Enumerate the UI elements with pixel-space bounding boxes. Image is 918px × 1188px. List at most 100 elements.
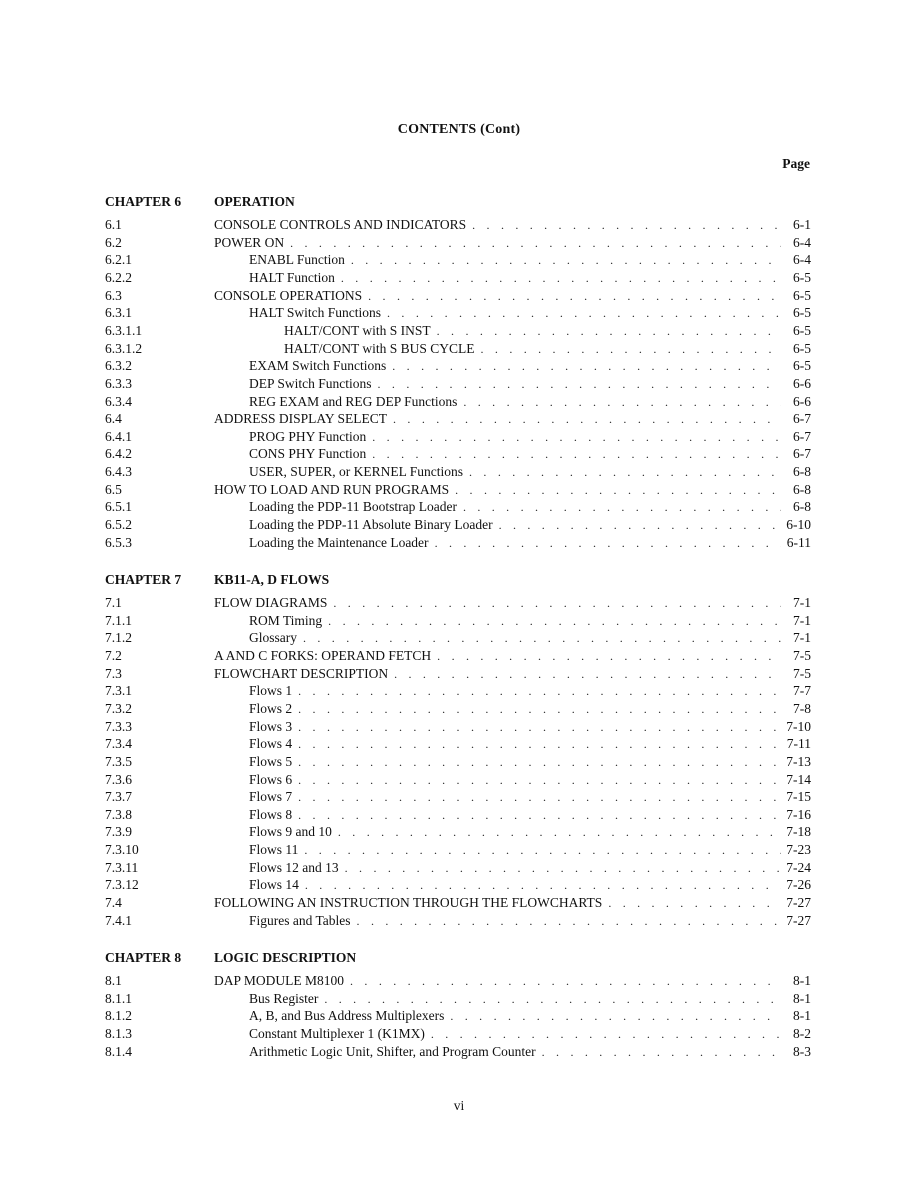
dot-leader <box>455 481 781 499</box>
page-number: 7-1 <box>793 612 811 628</box>
toc-entry[interactable]: 7.3.2 Flows 2 7-8 <box>105 699 811 718</box>
toc-entry[interactable]: 8.1.2 A, B, and Bus Address Multiplexers 8… <box>105 1007 811 1026</box>
toc-entry[interactable]: 7.3.5 Flows 5 7-13 <box>105 752 811 771</box>
section-number: 7.3.5 <box>105 753 132 769</box>
section-number: 6.2.1 <box>105 252 132 268</box>
dot-leader <box>437 647 781 665</box>
entry-line: ENABL Function 6-4 <box>249 251 811 270</box>
section-number: 6.3.3 <box>105 375 132 391</box>
toc-entry[interactable]: 7.3.1 Flows 1 7-7 <box>105 682 811 701</box>
toc-entry[interactable]: 7.3.8 Flows 8 7-16 <box>105 805 811 824</box>
toc-entry[interactable]: 6.3.1.1 HALT/CONT with S INST 6-5 <box>105 321 811 340</box>
toc-entry[interactable]: 8.1.4 Arithmetic Logic Unit, Shifter, and… <box>105 1042 811 1061</box>
toc-entry[interactable]: 6.4.3 USER, SUPER, or KERNEL Functions 6-8 <box>105 463 811 482</box>
entry-line: Loading the PDP-11 Bootstrap Loader 6-8 <box>249 498 811 517</box>
page-number: 7-18 <box>786 824 811 840</box>
entry-line: HALT/CONT with S BUS CYCLE 6-5 <box>284 339 811 358</box>
toc-entry[interactable]: 7.4 FOLLOWING AN INSTRUCTION THROUGH THE … <box>105 894 811 913</box>
dot-leader <box>351 251 781 269</box>
toc-entry[interactable]: 6.2 POWER ON 6-4 <box>105 233 811 252</box>
page-number: 7-14 <box>786 771 811 787</box>
toc-entry[interactable]: 6.5.1 Loading the PDP-11 Bootstrap Loader… <box>105 498 811 517</box>
toc-entry[interactable]: 6.4 ADDRESS DISPLAY SELECT 6-7 <box>105 410 811 429</box>
section-number: 7.1.1 <box>105 612 132 628</box>
page-number: 8-2 <box>793 1025 811 1041</box>
section-title: Flows 2 <box>249 699 299 718</box>
dot-leader <box>298 771 781 789</box>
toc-entry[interactable]: 6.5.2 Loading the PDP-11 Absolute Binary … <box>105 516 811 535</box>
toc-entry[interactable]: 7.3.11 Flows 12 and 13 7-24 <box>105 858 811 877</box>
toc-entry[interactable]: 8.1 DAP MODULE M8100 8-1 <box>105 972 811 990</box>
dot-leader <box>290 234 781 252</box>
toc-entry[interactable]: 6.5.3 Loading the Maintenance Loader 6-11 <box>105 533 811 552</box>
toc-entry[interactable]: 6.3 CONSOLE OPERATIONS 6-5 <box>105 286 811 305</box>
entry-line: HALT Function 6-5 <box>249 268 811 287</box>
toc-entry[interactable]: 7.3.10 Flows 11 7-23 <box>105 841 811 860</box>
toc-entry[interactable]: 7.2 A AND C FORKS: OPERAND FETCH 7-5 <box>105 646 811 665</box>
section-number: 7.3 <box>105 665 122 681</box>
toc-entry[interactable]: 7.3.4 Flows 4 7-11 <box>105 735 811 754</box>
entry-line: ROM Timing 7-1 <box>249 611 811 630</box>
dot-leader <box>608 894 781 912</box>
toc-entry[interactable]: 7.1.1 ROM Timing 7-1 <box>105 611 811 630</box>
section-number: 7.3.6 <box>105 771 132 787</box>
entry-line: Flows 8 7-16 <box>249 805 811 824</box>
section-title: HALT/CONT with S BUS CYCLE <box>284 339 481 358</box>
toc-entry[interactable]: 6.2.1 ENABL Function 6-4 <box>105 251 811 270</box>
toc-entry[interactable]: 7.3.3 Flows 3 7-10 <box>105 717 811 736</box>
entry-line: Flows 6 7-14 <box>249 770 811 789</box>
page-number: 6-8 <box>793 499 811 515</box>
toc-entry[interactable]: 6.3.3 DEP Switch Functions 6-6 <box>105 374 811 393</box>
toc-entry[interactable]: 6.1 CONSOLE CONTROLS AND INDICATORS 6-1 <box>105 216 811 234</box>
entry-line: CONS PHY Function 6-7 <box>249 445 811 464</box>
page-number: 7-11 <box>786 736 811 752</box>
section-title: HALT Switch Functions <box>249 304 388 323</box>
toc-entry[interactable]: 6.2.2 HALT Function 6-5 <box>105 268 811 287</box>
toc-entry[interactable]: 7.1.2 Glossary 7-1 <box>105 629 811 648</box>
dot-leader <box>298 735 781 753</box>
section-number: 6.3.2 <box>105 358 132 374</box>
section-number: 7.4 <box>105 895 122 911</box>
section-title: Flows 11 <box>249 841 305 860</box>
toc-entry[interactable]: 7.1 FLOW DIAGRAMS 7-1 <box>105 594 811 612</box>
page-number: 6-5 <box>793 358 811 374</box>
page-number: 6-4 <box>793 252 811 268</box>
entry-line: ADDRESS DISPLAY SELECT 6-7 <box>214 410 811 429</box>
toc-entry[interactable]: 6.4.1 PROG PHY Function 6-7 <box>105 427 811 446</box>
dot-leader <box>328 612 781 630</box>
section-number: 6.2 <box>105 234 122 250</box>
toc-entry[interactable]: 7.3.6 Flows 6 7-14 <box>105 770 811 789</box>
dot-leader <box>350 972 781 990</box>
toc-entry[interactable]: 6.3.2 EXAM Switch Functions 6-5 <box>105 357 811 376</box>
dot-leader <box>372 428 781 446</box>
toc-entry[interactable]: 6.4.2 CONS PHY Function 6-7 <box>105 445 811 464</box>
toc-entry[interactable]: 7.3.9 Flows 9 and 10 7-18 <box>105 823 811 842</box>
toc-entry[interactable]: 6.3.1.2 HALT/CONT with S BUS CYCLE 6-5 <box>105 339 811 358</box>
section-title: REG EXAM and REG DEP Functions <box>249 392 464 411</box>
page-number: 8-3 <box>793 1043 811 1059</box>
section-number: 6.1 <box>105 217 122 232</box>
entry-line: USER, SUPER, or KERNEL Functions 6-8 <box>249 463 811 482</box>
page-number: 7-7 <box>793 683 811 699</box>
page-number: 7-1 <box>793 595 811 610</box>
toc-entry[interactable]: 7.3.12 Flows 14 7-26 <box>105 876 811 895</box>
section-number: 7.2 <box>105 647 122 663</box>
section-number: 6.3.1.1 <box>105 322 143 338</box>
section-title: Arithmetic Logic Unit, Shifter, and Prog… <box>249 1042 542 1061</box>
entry-line: Flows 11 7-23 <box>249 841 811 860</box>
page-number: 7-15 <box>786 789 811 805</box>
chapter-title: OPERATION <box>214 194 295 209</box>
toc-entry[interactable]: 7.3 FLOWCHART DESCRIPTION 7-5 <box>105 664 811 683</box>
section-title: CONS PHY Function <box>249 445 373 464</box>
entry-line: REG EXAM and REG DEP Functions 6-6 <box>249 392 811 411</box>
toc-entry[interactable]: 6.3.4 REG EXAM and REG DEP Functions 6-6 <box>105 392 811 411</box>
section-number: 6.4 <box>105 411 122 427</box>
toc-entry[interactable]: 8.1.3 Constant Multiplexer 1 (K1MX) 8-2 <box>105 1024 811 1043</box>
chapter-number: CHAPTER 7 <box>105 572 182 587</box>
toc-entry[interactable]: 7.4.1 Figures and Tables 7-27 <box>105 911 811 930</box>
toc-entry[interactable]: 6.5 HOW TO LOAD AND RUN PROGRAMS 6-8 <box>105 480 811 499</box>
toc-entry[interactable]: 8.1.1 Bus Register 8-1 <box>105 989 811 1008</box>
section-number: 8.1.4 <box>105 1043 132 1059</box>
toc-entry[interactable]: 6.3.1 HALT Switch Functions 6-5 <box>105 304 811 323</box>
toc-entry[interactable]: 7.3.7 Flows 7 7-15 <box>105 788 811 807</box>
